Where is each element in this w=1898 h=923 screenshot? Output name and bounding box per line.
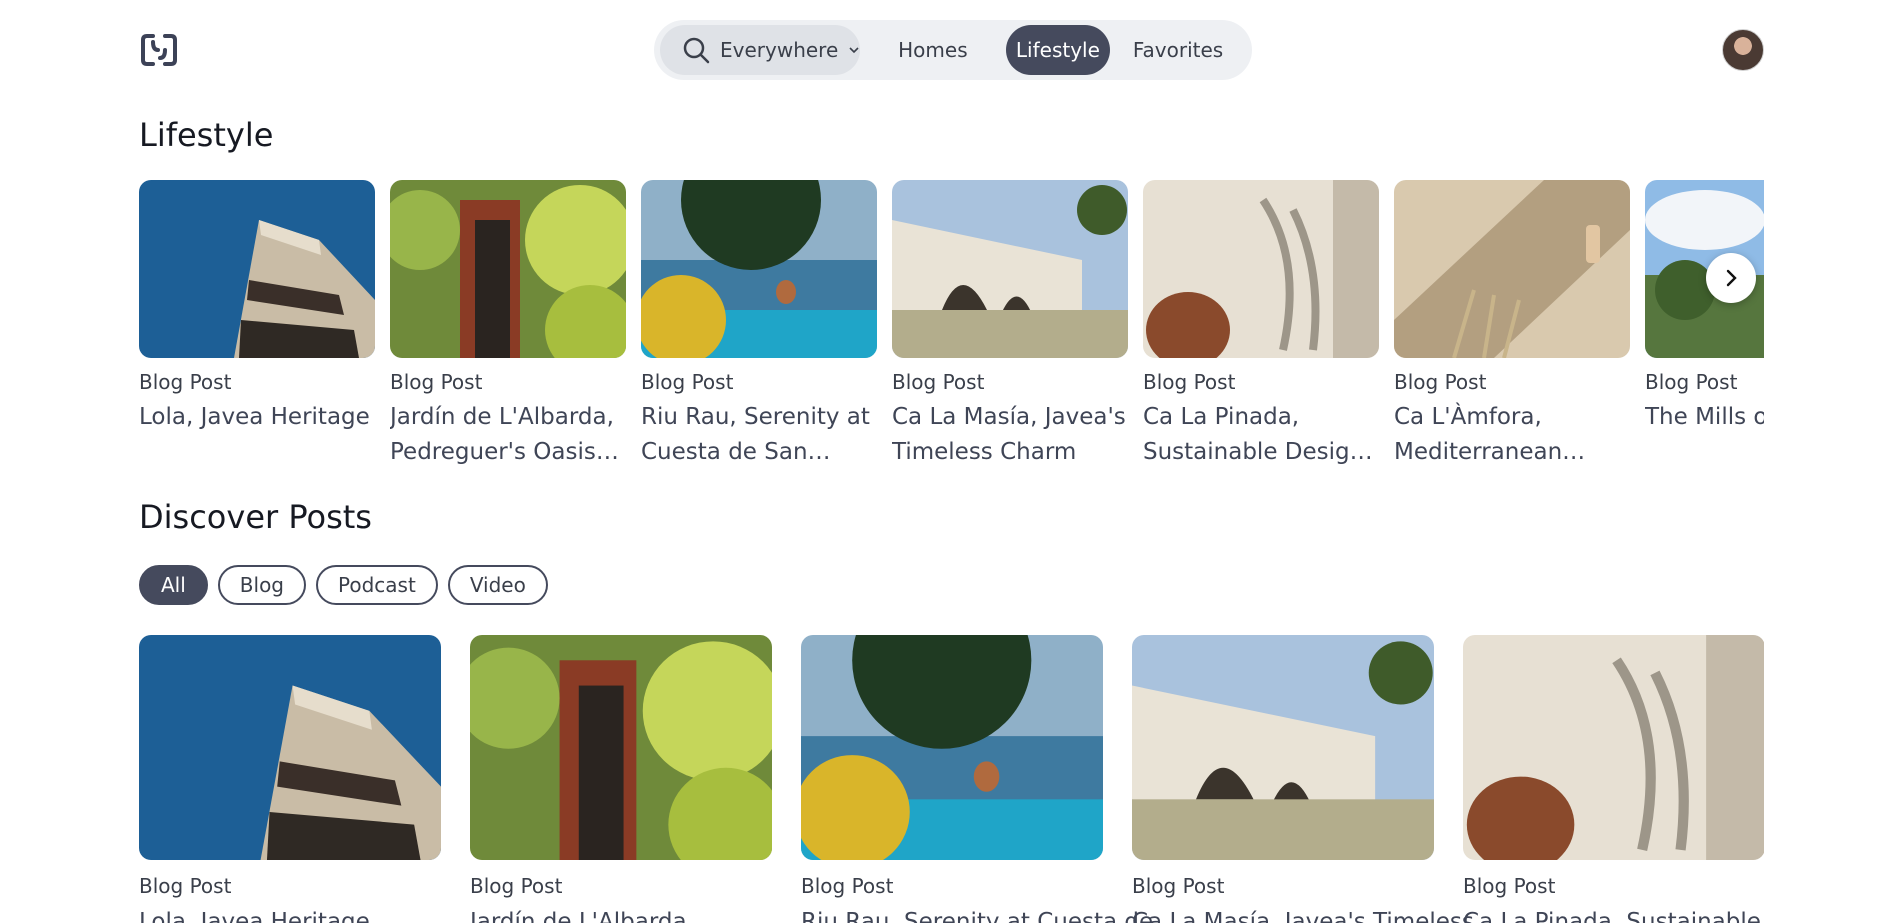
carousel-next-button[interactable] [1706, 253, 1756, 303]
card-title[interactable]: Ca La Masía, Javea's Timeless Charm [892, 400, 1128, 470]
top-nav: Everywhere Homes Lifestyle Favorites [654, 20, 1252, 80]
post-card[interactable]: Blog Post Ca La Masía, Javea's Timeless [1132, 635, 1474, 923]
section-title-discover: Discover Posts [139, 498, 372, 536]
page: Everywhere Homes Lifestyle Favorites Lif… [0, 0, 1898, 923]
card-image [641, 180, 877, 358]
carousel-card[interactable]: Blog Post Jardín de L'Albarda, Pedreguer… [390, 180, 626, 470]
card-title[interactable]: The Mills of Javea [1645, 400, 1764, 435]
card-type: Blog Post [1143, 370, 1236, 394]
card-image [1143, 180, 1379, 358]
post-card[interactable]: Blog Post Lola, Javea Heritage [139, 635, 441, 923]
filter-podcast[interactable]: Podcast [316, 565, 438, 605]
tab-homes[interactable]: Homes [860, 25, 1006, 75]
card-image [1132, 635, 1434, 860]
chevron-right-icon [1726, 269, 1737, 287]
card-title[interactable]: Jardín de L'Albarda, [470, 906, 772, 923]
card-image [1394, 180, 1630, 358]
filter-chips: All Blog Podcast Video [139, 565, 548, 605]
card-type: Blog Post [1394, 370, 1487, 394]
card-title[interactable]: Jardín de L'Albarda, Pedreguer's Oasis o… [390, 400, 626, 470]
card-type: Blog Post [139, 874, 232, 898]
tab-lifestyle[interactable]: Lifestyle [1005, 25, 1111, 75]
card-title[interactable]: Ca L'Àmfora, Mediterranean Palace in Jav… [1394, 400, 1630, 470]
search-icon [683, 37, 710, 64]
discover-grid: Blog Post Lola, Javea Heritage Blog Post… [139, 635, 1764, 923]
carousel-card[interactable]: Blog Post Lola, Javea Heritage [139, 180, 375, 435]
carousel-card[interactable]: Blog Post Ca La Pinada, Sustainable Desi… [1143, 180, 1379, 470]
post-card[interactable]: Blog Post Ca La Pinada, Sustainable [1463, 635, 1764, 923]
filter-blog[interactable]: Blog [217, 565, 307, 605]
carousel-card[interactable]: Blog Post Ca La Masía, Javea's Timeless … [892, 180, 1128, 470]
card-image [390, 180, 626, 358]
tab-favorites[interactable]: Favorites [1110, 25, 1246, 75]
user-avatar[interactable] [1722, 29, 1764, 71]
location-search-button[interactable]: Everywhere [660, 25, 860, 75]
card-title[interactable]: Lola, Javea Heritage [139, 400, 375, 435]
card-image [470, 635, 772, 860]
card-image [139, 635, 441, 860]
section-title-lifestyle: Lifestyle [139, 116, 274, 154]
card-type: Blog Post [641, 370, 734, 394]
card-image [801, 635, 1103, 860]
carousel-card[interactable]: Blog Post The Mills of Javea [1645, 180, 1764, 435]
chevron-down-icon [849, 47, 859, 54]
card-type: Blog Post [1132, 874, 1225, 898]
card-type: Blog Post [1463, 874, 1556, 898]
carousel-card[interactable]: Blog Post Riu Rau, Serenity at Cuesta de… [641, 180, 877, 470]
card-image [139, 180, 375, 358]
card-type: Blog Post [892, 370, 985, 394]
card-type: Blog Post [1645, 370, 1738, 394]
lifestyle-carousel: Blog Post Lola, Javea Heritage Blog Post… [139, 180, 1764, 470]
filter-all[interactable]: All [139, 565, 208, 605]
card-title[interactable]: Ca La Pinada, Sustainable Design in Jave… [1143, 400, 1379, 470]
card-type: Blog Post [390, 370, 483, 394]
card-title[interactable]: Ca La Masía, Javea's Timeless [1132, 906, 1474, 923]
card-title[interactable]: Riu Rau, Serenity at Cuesta de [801, 906, 1153, 923]
filter-video[interactable]: Video [447, 565, 548, 605]
card-title[interactable]: Lola, Javea Heritage [139, 906, 441, 923]
card-image [1463, 635, 1764, 860]
card-title[interactable]: Riu Rau, Serenity at Cuesta de San Anton… [641, 400, 877, 470]
carousel-card[interactable]: Blog Post Ca L'Àmfora, Mediterranean Pal… [1394, 180, 1630, 470]
card-title[interactable]: Ca La Pinada, Sustainable [1463, 906, 1764, 923]
post-card[interactable]: Blog Post Jardín de L'Albarda, [470, 635, 772, 923]
card-type: Blog Post [139, 370, 232, 394]
card-type: Blog Post [801, 874, 894, 898]
post-card[interactable]: Blog Post Riu Rau, Serenity at Cuesta de [801, 635, 1153, 923]
card-image [892, 180, 1128, 358]
card-type: Blog Post [470, 874, 563, 898]
logo-icon[interactable] [139, 32, 179, 68]
location-search-label: Everywhere [720, 38, 839, 62]
